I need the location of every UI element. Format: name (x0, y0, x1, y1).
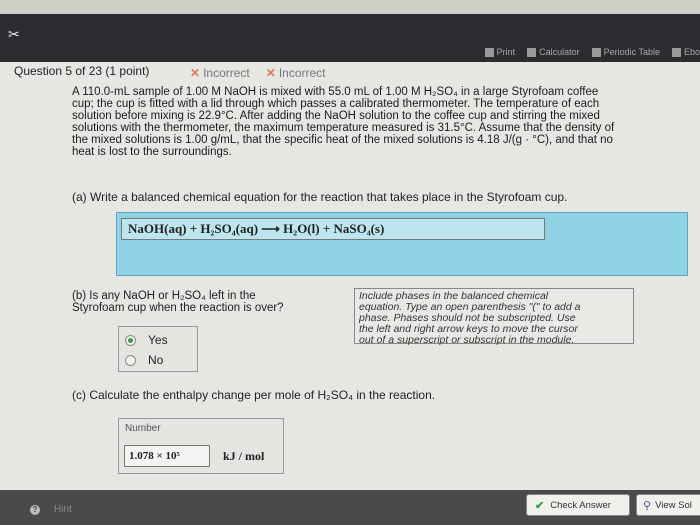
top-toolbar: ✂ Print Calculator Periodic Table Ebo (0, 14, 700, 62)
problem-line: heat is lost to the surroundings. (72, 146, 232, 158)
top-strip (0, 0, 700, 14)
option-no-label: No (148, 353, 164, 367)
problem-line: solution before mixing is 22.9°C. After … (72, 110, 600, 122)
incorrect-x-icon: ✕ (190, 66, 201, 80)
problem-line: the mixed solutions is 1.00 g/mL, that t… (72, 134, 613, 146)
attempt-mark: ✕ Incorrect (266, 66, 326, 80)
print-link[interactable]: Print (484, 44, 516, 60)
check-answer-label: Check Answer (550, 499, 611, 511)
attempt-mark-label: Incorrect (278, 66, 326, 80)
attempt-marks: ✕ Incorrect ✕ Incorrect (190, 66, 326, 80)
part-b-prompt-line: (b) Is any NaOH or H₂SO₄ left in the (72, 290, 256, 302)
question-panel: Question 5 of 23 (1 point) ✕ Incorrect ✕… (0, 62, 700, 490)
part-c-prompt: (c) Calculate the enthalpy change per mo… (72, 388, 436, 402)
equation-answer-area: NaOH(aq) + H₂SO₄(aq) ⟶ H₂O(l) + NaSO₄(s) (116, 212, 688, 276)
option-yes-label: Yes (148, 333, 168, 347)
equation-input[interactable]: NaOH(aq) + H₂SO₄(aq) ⟶ H₂O(l) + NaSO₄(s) (121, 218, 545, 240)
number-input[interactable]: 1.078 × 10⁵ (124, 445, 210, 467)
number-label: Number (125, 423, 161, 434)
hint-icon: ? (30, 504, 40, 515)
part-b-prompt-line: Styrofoam cup when the reaction is over? (72, 302, 284, 314)
location-pin-icon: ⚲ (643, 499, 652, 512)
calculator-icon (527, 47, 537, 57)
problem-line: cup; the cup is fitted with a lid throug… (72, 98, 600, 110)
calculator-label: Calculator (539, 47, 580, 57)
hint-label: Hint (54, 504, 72, 515)
unit-label: kJ / mol (223, 449, 265, 463)
part-b-prompt: (b) Is any NaOH or H₂SO₄ left in the Sty… (72, 290, 322, 314)
option-yes[interactable]: Yes (125, 333, 168, 347)
periodic-table-label: Periodic Table (603, 47, 660, 57)
periodic-table-link[interactable]: Periodic Table (591, 44, 660, 60)
radio-empty-icon[interactable] (125, 354, 136, 366)
footer-bar: ? Hint ✔ Check Answer ⚲ View Sol (0, 490, 700, 525)
ebook-link[interactable]: Ebo (671, 44, 700, 60)
problem-line: A 110.0-mL sample of 1.00 M NaOH is mixe… (72, 86, 599, 98)
radio-selected-icon[interactable] (125, 334, 136, 346)
checkmark-icon: ✔ (535, 499, 545, 512)
calculator-link[interactable]: Calculator (527, 44, 580, 60)
phase-instructions: Include phases in the balanced chemical … (354, 288, 634, 346)
app-logo-icon: ✂ (8, 26, 20, 42)
problem-line: solutions with the thermometer, the maxi… (72, 122, 615, 134)
book-icon (671, 47, 681, 57)
yes-no-choices: Yes No (118, 326, 198, 372)
print-label: Print (496, 47, 516, 57)
number-answer-box: Number 1.078 × 10⁵ kJ / mol (118, 418, 284, 474)
hint-button[interactable]: ? Hint (30, 504, 72, 515)
incorrect-x-icon: ✕ (265, 66, 276, 80)
tool-links: Print Calculator Periodic Table Ebo (484, 44, 700, 60)
ebook-label: Ebo (683, 47, 700, 57)
problem-statement: A 110.0-mL sample of 1.00 M NaOH is mixe… (72, 86, 692, 158)
printer-icon (484, 47, 494, 57)
view-solution-label: View Sol (655, 499, 692, 511)
check-answer-button[interactable]: ✔ Check Answer (526, 494, 630, 516)
attempt-mark-label: Incorrect (203, 66, 250, 80)
attempt-mark: ✕ Incorrect (190, 66, 250, 80)
part-a-prompt: (a) Write a balanced chemical equation f… (72, 190, 568, 204)
instruction-line: out of a superscript or subscript in the… (359, 334, 575, 346)
periodic-table-icon (591, 47, 601, 57)
option-no[interactable]: No (125, 353, 163, 367)
view-solution-button[interactable]: ⚲ View Sol (636, 494, 700, 516)
question-header: Question 5 of 23 (1 point) (14, 64, 150, 78)
